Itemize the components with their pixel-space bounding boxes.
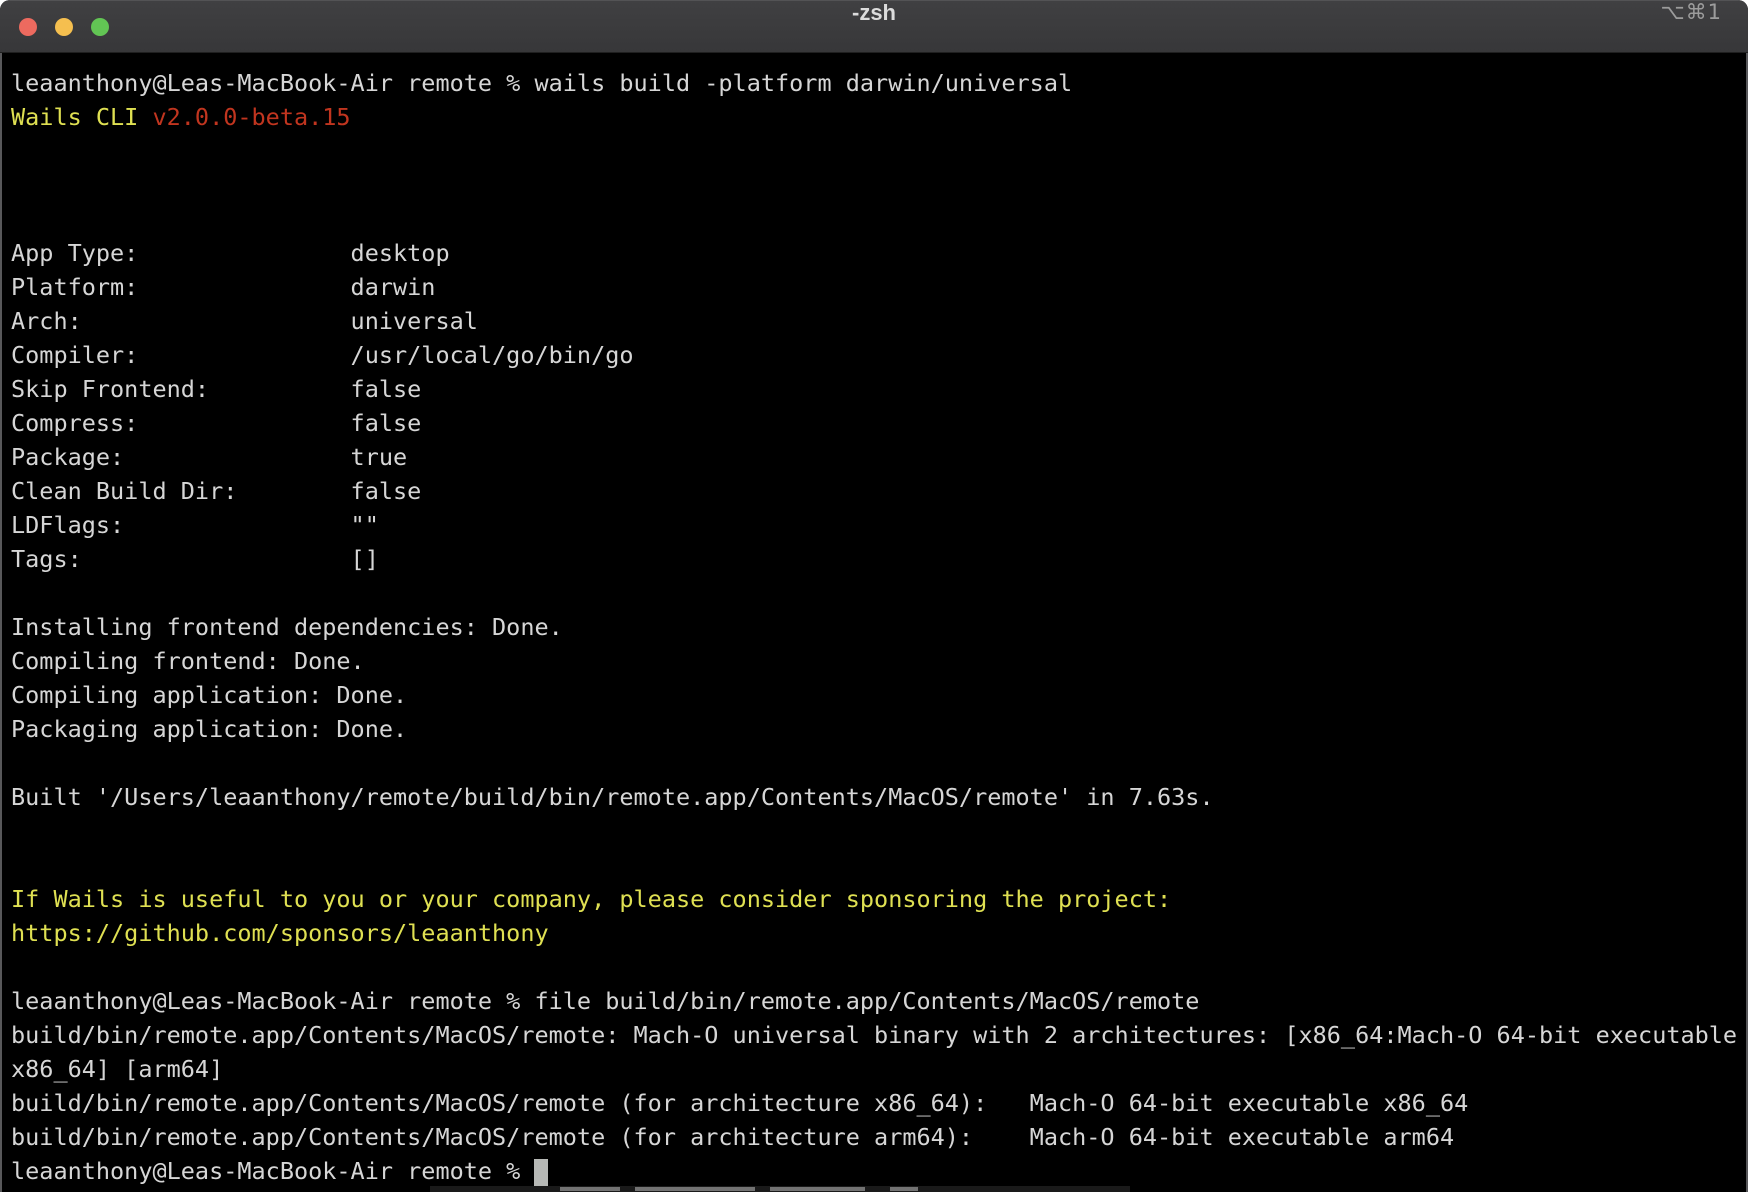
terminal-line: Packaging application: Done. — [11, 712, 1746, 746]
terminal-line: Compiler: /usr/local/go/bin/go — [11, 338, 1746, 372]
terminal-text: Clean Build Dir: false — [11, 477, 421, 505]
terminal-text: v2.0.0-beta.15 — [152, 103, 350, 131]
terminal-line — [11, 202, 1746, 236]
terminal-text: build/bin/remote.app/Contents/MacOS/remo… — [11, 1021, 1737, 1049]
terminal-text: build/bin/remote.app/Contents/MacOS/remo… — [11, 1123, 1454, 1151]
terminal-text: Wails CLI — [11, 103, 152, 131]
terminal-line — [11, 848, 1746, 882]
terminal-line — [11, 746, 1746, 780]
terminal-text: Built '/Users/leaanthony/remote/build/bi… — [11, 783, 1214, 811]
terminal-line: Installing frontend dependencies: Done. — [11, 610, 1746, 644]
terminal-window: -zsh ⌥⌘1 leaanthony@Leas-MacBook-Air rem… — [0, 0, 1748, 1192]
terminal-text: Tags: [] — [11, 545, 379, 573]
terminal-line: LDFlags: "" — [11, 508, 1746, 542]
terminal-text: Compress: false — [11, 409, 421, 437]
tab-shortcut: ⌥⌘1 — [1660, 0, 1722, 53]
terminal-text: leaanthony@Leas-MacBook-Air remote % — [11, 1157, 534, 1185]
terminal-line: x86_64] [arm64] — [11, 1052, 1746, 1086]
terminal-line: build/bin/remote.app/Contents/MacOS/remo… — [11, 1120, 1746, 1154]
terminal-line — [11, 134, 1746, 168]
terminal-line: If Wails is useful to you or your compan… — [11, 882, 1746, 916]
terminal-text: Arch: universal — [11, 307, 478, 335]
terminal-text: Compiler: /usr/local/go/bin/go — [11, 341, 634, 369]
terminal-line — [11, 950, 1746, 984]
terminal-line: Skip Frontend: false — [11, 372, 1746, 406]
terminal-text: Skip Frontend: false — [11, 375, 421, 403]
terminal-line: Built '/Users/leaanthony/remote/build/bi… — [11, 780, 1746, 814]
terminal-text: leaanthony@Leas-MacBook-Air remote % wai… — [11, 69, 1072, 97]
terminal-text: If Wails is useful to you or your compan… — [11, 885, 1171, 913]
terminal-line — [11, 814, 1746, 848]
terminal-line: leaanthony@Leas-MacBook-Air remote % fil… — [11, 984, 1746, 1018]
terminal-line — [11, 576, 1746, 610]
terminal-line: Clean Build Dir: false — [11, 474, 1746, 508]
terminal-text: Packaging application: Done. — [11, 715, 407, 743]
terminal-line: Compiling application: Done. — [11, 678, 1746, 712]
titlebar[interactable]: -zsh ⌥⌘1 — [0, 0, 1748, 53]
terminal-line: leaanthony@Leas-MacBook-Air remote % wai… — [11, 66, 1746, 100]
terminal-line: Arch: universal — [11, 304, 1746, 338]
terminal-line: https://github.com/sponsors/leaanthony — [11, 916, 1746, 950]
terminal-text: Compiling application: Done. — [11, 681, 407, 709]
terminal-line: Tags: [] — [11, 542, 1746, 576]
terminal-line: App Type: desktop — [11, 236, 1746, 270]
terminal-text: LDFlags: "" — [11, 511, 379, 539]
terminal-text: App Type: desktop — [11, 239, 450, 267]
terminal-text: https://github.com/sponsors/leaanthony — [11, 919, 549, 947]
background-artifact — [430, 1186, 1130, 1192]
terminal-line: Package: true — [11, 440, 1746, 474]
terminal-text: Package: true — [11, 443, 407, 471]
terminal-text: x86_64] [arm64] — [11, 1055, 223, 1083]
terminal-text: leaanthony@Leas-MacBook-Air remote % fil… — [11, 987, 1199, 1015]
terminal-text: build/bin/remote.app/Contents/MacOS/remo… — [11, 1089, 1468, 1117]
terminal-line: build/bin/remote.app/Contents/MacOS/remo… — [11, 1086, 1746, 1120]
terminal-line: build/bin/remote.app/Contents/MacOS/remo… — [11, 1018, 1746, 1052]
terminal-line: Wails CLI v2.0.0-beta.15 — [11, 100, 1746, 134]
terminal-text: Installing frontend dependencies: Done. — [11, 613, 563, 641]
terminal-line — [11, 168, 1746, 202]
terminal-line: leaanthony@Leas-MacBook-Air remote % — [11, 1154, 1746, 1188]
terminal-text: Compiling frontend: Done. — [11, 647, 365, 675]
window-title: -zsh — [0, 0, 1748, 53]
terminal-line: Platform: darwin — [11, 270, 1746, 304]
terminal-screen[interactable]: leaanthony@Leas-MacBook-Air remote % wai… — [0, 53, 1748, 1192]
terminal-line: Compiling frontend: Done. — [11, 644, 1746, 678]
terminal-line: Compress: false — [11, 406, 1746, 440]
text-cursor — [534, 1159, 548, 1188]
terminal-text: Platform: darwin — [11, 273, 435, 301]
